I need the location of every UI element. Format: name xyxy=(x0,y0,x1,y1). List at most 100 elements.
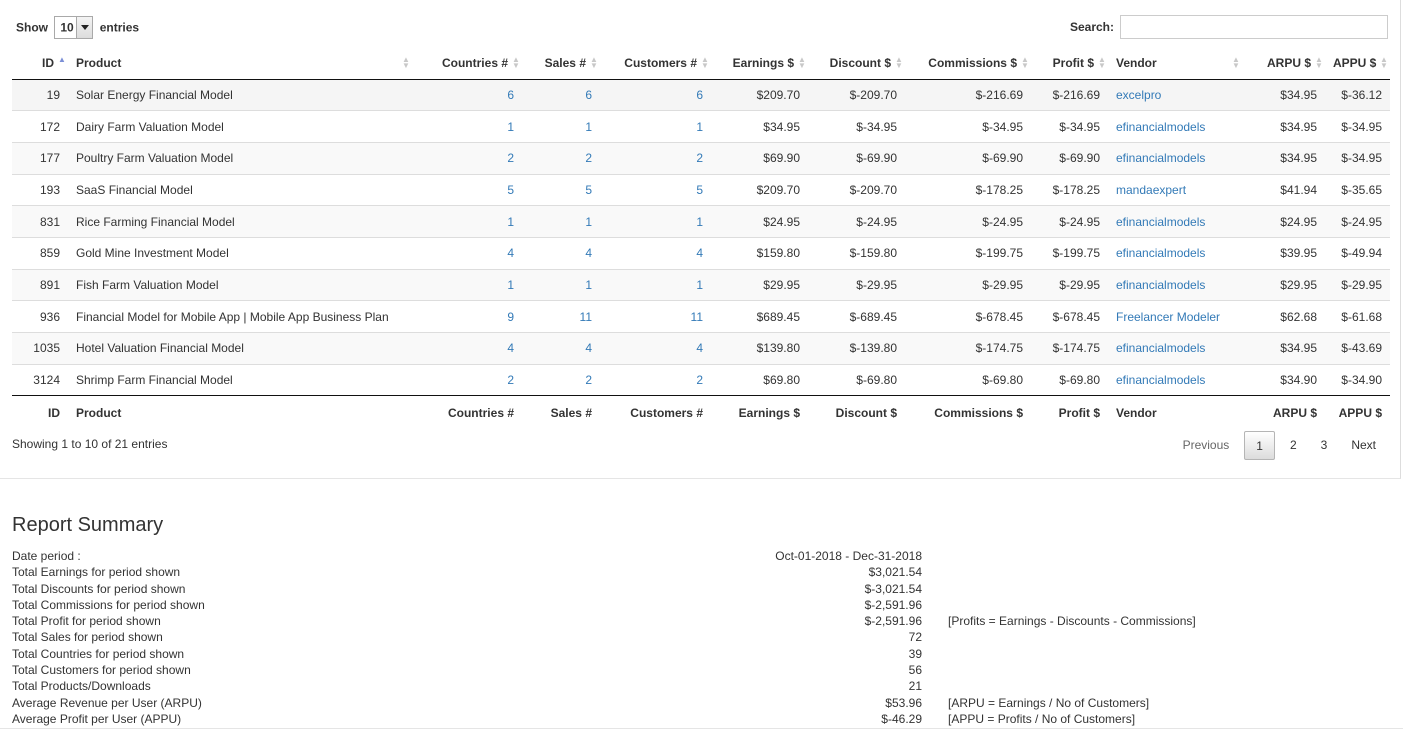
column-header-commissions[interactable]: Commissions $ ▲ ▼ xyxy=(905,47,1031,80)
countries-link[interactable]: 9 xyxy=(507,310,514,324)
cell-earnings: $69.90 xyxy=(711,141,808,175)
customers-link[interactable]: 4 xyxy=(696,341,703,355)
countries-link[interactable]: 1 xyxy=(507,120,514,134)
summary-label: Total Commissions for period shown xyxy=(12,597,205,612)
column-header-countries[interactable]: Countries # ▲ ▼ xyxy=(418,47,522,80)
cell-appu: $-29.95 xyxy=(1325,268,1390,301)
customers-link[interactable]: 1 xyxy=(696,278,703,292)
cell-discount: $-34.95 xyxy=(808,110,905,143)
sort-icon: ▲ ▼ xyxy=(1232,55,1240,70)
countries-link[interactable]: 1 xyxy=(507,215,514,229)
customers-link[interactable]: 6 xyxy=(696,88,703,102)
search-input[interactable] xyxy=(1120,15,1388,39)
cell-profit: $-69.80 xyxy=(1031,363,1108,396)
cell-id: 859 xyxy=(12,236,68,270)
cell-appu: $-36.12 xyxy=(1325,79,1390,111)
sales-link[interactable]: 4 xyxy=(585,341,592,355)
customers-link[interactable]: 2 xyxy=(696,373,703,387)
table-body: 19 Solar Energy Financial Model 6 6 6 $209.70… xyxy=(12,79,1390,396)
cell-customers: 6 xyxy=(600,79,711,111)
vendor-link[interactable]: efinancialmodels xyxy=(1116,341,1205,355)
customers-link[interactable]: 4 xyxy=(696,246,703,260)
bottom-divider xyxy=(0,728,1403,729)
next-page-button[interactable]: Next xyxy=(1339,431,1388,460)
vendor-link[interactable]: excelpro xyxy=(1116,88,1161,102)
column-header-arpu[interactable]: ARPU $ ▲ ▼ xyxy=(1248,47,1325,80)
table-row: 172 Dairy Farm Valuation Model 1 1 1 $34.95 $-… xyxy=(12,110,1390,143)
column-header-vendor[interactable]: Vendor ▲ ▼ xyxy=(1108,47,1248,80)
chevron-down-icon[interactable] xyxy=(76,17,93,38)
countries-link[interactable]: 2 xyxy=(507,373,514,387)
cell-sales: 4 xyxy=(522,236,600,270)
cell-discount: $-209.70 xyxy=(808,79,905,111)
summary-value: $-3,021.54 xyxy=(864,581,922,596)
vendor-link[interactable]: efinancialmodels xyxy=(1116,246,1205,260)
cell-profit: $-199.75 xyxy=(1031,236,1108,270)
column-header-discount[interactable]: Discount $ ▲ ▼ xyxy=(808,47,905,80)
customers-link[interactable]: 11 xyxy=(691,310,703,324)
countries-link[interactable]: 2 xyxy=(507,151,514,165)
countries-link[interactable]: 5 xyxy=(507,183,514,197)
sales-link[interactable]: 1 xyxy=(585,278,592,292)
sales-link[interactable]: 11 xyxy=(580,310,592,324)
column-header-id[interactable]: ID▲▼ xyxy=(12,47,68,80)
countries-link[interactable]: 4 xyxy=(507,341,514,355)
table-row: 891 Fish Farm Valuation Model 1 1 1 $29.95 $-2… xyxy=(12,268,1390,301)
column-header-product[interactable]: Product ▲ ▼ xyxy=(68,47,418,80)
cell-id: 3124 xyxy=(12,363,68,396)
column-header-customers[interactable]: Customers # ▲ ▼ xyxy=(600,47,711,80)
previous-page-button[interactable]: Previous xyxy=(1171,431,1242,460)
sales-link[interactable]: 2 xyxy=(585,151,592,165)
column-header-sales[interactable]: Sales # ▲ ▼ xyxy=(522,47,600,80)
countries-link[interactable]: 1 xyxy=(507,278,514,292)
customers-link[interactable]: 1 xyxy=(696,215,703,229)
cell-product: Shrimp Farm Financial Model xyxy=(68,363,418,396)
table-controls: Show 10 entries Search: xyxy=(16,14,1388,40)
sales-link[interactable]: 1 xyxy=(585,120,592,134)
cell-id: 19 xyxy=(12,79,68,111)
cell-id: 891 xyxy=(12,268,68,301)
summary-value: $3,021.54 xyxy=(868,565,922,580)
vendor-link[interactable]: efinancialmodels xyxy=(1116,151,1205,165)
vendor-link[interactable]: mandaexpert xyxy=(1116,183,1186,197)
countries-link[interactable]: 6 xyxy=(507,88,514,102)
vendor-link[interactable]: efinancialmodels xyxy=(1116,120,1205,134)
page-button-3[interactable]: 3 xyxy=(1309,431,1340,460)
vendor-link[interactable]: efinancialmodels xyxy=(1116,215,1205,229)
summary-value: 56 xyxy=(908,663,922,678)
cell-vendor: Freelancer Modeler xyxy=(1108,300,1248,333)
cell-earnings: $24.95 xyxy=(711,205,808,238)
countries-link[interactable]: 4 xyxy=(507,246,514,260)
customers-link[interactable]: 5 xyxy=(696,183,703,197)
sales-link[interactable]: 5 xyxy=(585,183,592,197)
cell-discount: $-209.70 xyxy=(808,173,905,206)
cell-sales: 6 xyxy=(522,79,600,111)
column-header-profit[interactable]: Profit $ ▲ ▼ xyxy=(1031,47,1108,80)
sort-icon: ▲ ▼ xyxy=(1315,55,1323,70)
sales-link[interactable]: 6 xyxy=(585,88,592,102)
summary-label: Total Countries for period shown xyxy=(12,646,185,661)
vendor-link[interactable]: efinancialmodels xyxy=(1116,373,1205,387)
table-row: 19 Solar Energy Financial Model 6 6 6 $209.70… xyxy=(12,79,1390,111)
customers-link[interactable]: 1 xyxy=(696,120,703,134)
page-button-2[interactable]: 2 xyxy=(1278,431,1309,460)
summary-note: [Profits = Earnings - Discounts - Commis… xyxy=(948,614,1196,629)
sort-icon: ▲ ▼ xyxy=(1380,55,1388,70)
vendor-link[interactable]: Freelancer Modeler xyxy=(1116,310,1220,324)
sales-link[interactable]: 2 xyxy=(585,373,592,387)
vendor-link[interactable]: efinancialmodels xyxy=(1116,278,1205,292)
cell-customers: 1 xyxy=(600,205,711,238)
sales-link[interactable]: 4 xyxy=(585,246,592,260)
customers-link[interactable]: 2 xyxy=(696,151,703,165)
footer-header-id: ID xyxy=(12,395,68,430)
sales-link[interactable]: 1 xyxy=(585,215,592,229)
column-header-earnings[interactable]: Earnings $ ▲ ▼ xyxy=(711,47,808,80)
cell-countries: 2 xyxy=(418,141,522,175)
page-button-1[interactable]: 1 xyxy=(1244,430,1275,460)
summary-row: Total Discounts for period shown $-3,021.… xyxy=(12,581,1392,597)
table-row: 859 Gold Mine Investment Model 4 4 4 $159.80 $… xyxy=(12,236,1390,270)
column-header-appu[interactable]: APPU $ ▲ ▼ xyxy=(1325,47,1390,80)
cell-appu: $-34.90 xyxy=(1325,363,1390,396)
entries-per-page-select[interactable]: 10 xyxy=(54,16,94,39)
cell-product: Solar Energy Financial Model xyxy=(68,79,418,111)
